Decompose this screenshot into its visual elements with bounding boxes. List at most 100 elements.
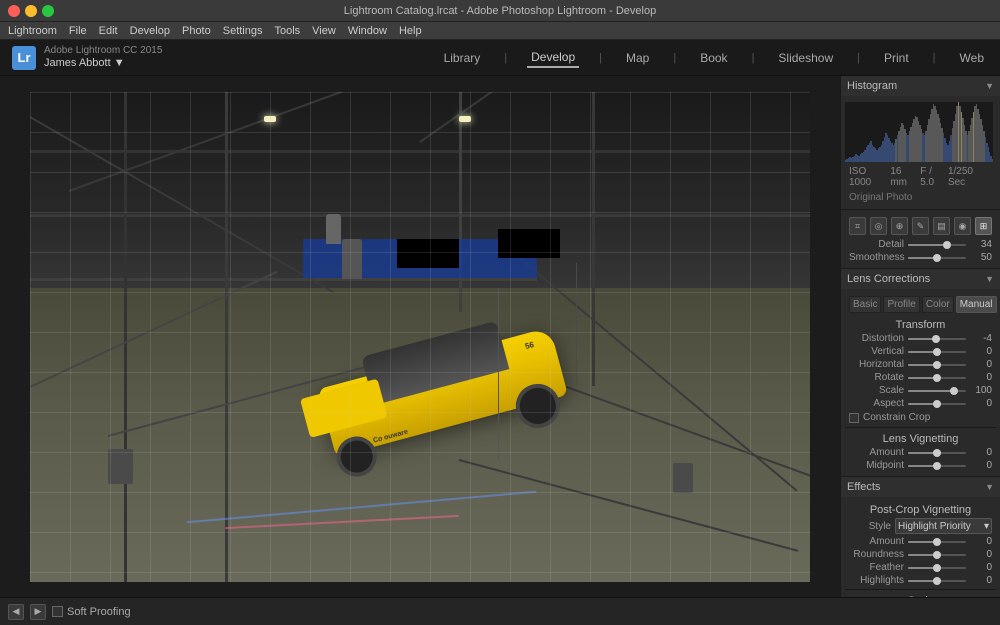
tab-profile[interactable]: Profile [883,296,919,313]
histogram-section: Histogram ▼ ISO 1000 16 mm F / 5.0 1/250… [841,76,1000,210]
nav-library[interactable]: Library [440,49,485,67]
right-panel: Histogram ▼ ISO 1000 16 mm F / 5.0 1/250… [840,76,1000,597]
close-button[interactable] [8,5,20,17]
original-photo-label: Original Photo [845,190,996,205]
histogram-header[interactable]: Histogram ▼ [841,76,1000,96]
menu-tools[interactable]: Tools [274,25,300,37]
steel-beam [30,214,810,217]
menu-lightroom[interactable]: Lightroom [8,25,57,37]
rotate-value: 0 [970,372,992,383]
scale-slider[interactable] [908,390,966,392]
cable [498,288,499,460]
tab-color[interactable]: Color [922,296,954,313]
smoothness-slider[interactable] [908,257,966,259]
constrain-crop-checkbox[interactable] [849,413,859,423]
scale-label: Scale [849,385,904,396]
menu-help[interactable]: Help [399,25,422,37]
menu-photo[interactable]: Photo [182,25,211,37]
app-identity: Lr Adobe Lightroom CC 2015 James Abbott … [12,45,162,70]
steel-beam [30,150,810,153]
vignette-amount-label: Amount [849,447,904,458]
rotate-row: Rotate 0 [845,371,996,384]
scale-value: 100 [970,385,992,396]
user-name[interactable]: James Abbott ▼ [44,57,162,70]
nav-develop[interactable]: Develop [527,48,579,68]
menu-develop[interactable]: Develop [130,25,170,37]
vignette-amount-slider[interactable] [908,452,966,454]
histogram-graph [845,102,993,162]
feather-label: Feather [849,562,904,573]
fullscreen-button[interactable] [42,5,54,17]
tab-manual[interactable]: Manual [956,296,997,313]
fx-amount-row: Amount 0 [845,535,996,548]
fx-amount-slider[interactable] [908,541,966,543]
photo-scene: MICHELIN 56 Co ouware [30,92,810,582]
highlights-slider[interactable] [908,580,966,582]
fx-amount-label: Amount [849,536,904,547]
horizontal-slider[interactable] [908,364,966,366]
highlights-label: Highlights [849,575,904,586]
bottombar: ◀ ▶ Soft Proofing [0,597,1000,625]
style-select[interactable]: Highlight Priority ▾ [895,518,992,534]
soft-proofing-checkbox[interactable] [52,606,63,617]
prev-photo-arrow[interactable]: ◀ [8,604,24,620]
aperture-value: F / 5.0 [920,166,948,188]
menu-view[interactable]: View [312,25,336,37]
figure [326,214,341,244]
redeye-tool[interactable]: ⊕ [891,217,908,235]
traffic-lights [8,5,54,17]
vignette-midpoint-label: Midpoint [849,460,904,471]
distortion-row: Distortion -4 [845,332,996,345]
nav-web[interactable]: Web [956,49,988,67]
titlebar: Lightroom Catalog.lrcat - Adobe Photosho… [0,0,1000,22]
feather-value: 0 [970,562,992,573]
distortion-slider[interactable] [908,338,966,340]
camera-info: ISO 1000 16 mm F / 5.0 1/250 Sec [845,164,996,190]
radial-tool[interactable]: ◉ [954,217,971,235]
gradient-tool[interactable]: ▤ [933,217,950,235]
next-photo-arrow[interactable]: ▶ [30,604,46,620]
nav-map[interactable]: Map [622,49,653,67]
menu-settings[interactable]: Settings [223,25,263,37]
detail-value: 34 [970,239,992,250]
nav-print[interactable]: Print [880,49,913,67]
aspect-label: Aspect [849,398,904,409]
photo-canvas[interactable]: MICHELIN 56 Co ouware [0,76,840,597]
photo-container: MICHELIN 56 Co ouware [30,92,810,582]
censor-rect [397,239,459,268]
rotate-slider[interactable] [908,377,966,379]
aspect-slider[interactable] [908,403,966,405]
histogram-title: Histogram [847,80,897,92]
heal-tool[interactable]: ◎ [870,217,887,235]
bottombar-left: ◀ ▶ Soft Proofing [8,604,131,620]
histogram-bars [845,102,993,162]
brush-tool[interactable]: ✎ [912,217,929,235]
focal-value: 16 mm [890,166,920,188]
lens-tabs: Basic Profile Color Manual [845,293,996,316]
effects-header[interactable]: Effects ▼ [841,477,1000,497]
figure [108,449,133,484]
nav-book[interactable]: Book [696,49,731,67]
menu-file[interactable]: File [69,25,87,37]
feather-slider[interactable] [908,567,966,569]
distortion-value: -4 [970,333,992,344]
soft-proofing-label: Soft Proofing [67,606,131,618]
horizontal-row: Horizontal 0 [845,358,996,371]
roundness-slider[interactable] [908,554,966,556]
tab-basic[interactable]: Basic [849,296,881,313]
minimize-button[interactable] [25,5,37,17]
detail-tool[interactable]: ⊞ [975,217,992,235]
menu-window[interactable]: Window [348,25,387,37]
scale-row: Scale 100 [845,384,996,397]
roundness-value: 0 [970,549,992,560]
detail-slider[interactable] [908,244,966,246]
vertical-slider[interactable] [908,351,966,353]
module-links: Library | Develop | Map | Book | Slidesh… [440,48,988,68]
nav-slideshow[interactable]: Slideshow [774,49,837,67]
distortion-label: Distortion [849,333,904,344]
lens-corrections-header[interactable]: Lens Corrections ▼ [841,269,1000,289]
crop-tool[interactable]: ⌗ [849,217,866,235]
menu-edit[interactable]: Edit [99,25,118,37]
vignette-midpoint-slider[interactable] [908,465,966,467]
tools-section: ⌗ ◎ ⊕ ✎ ▤ ◉ ⊞ Detail [841,210,1000,269]
